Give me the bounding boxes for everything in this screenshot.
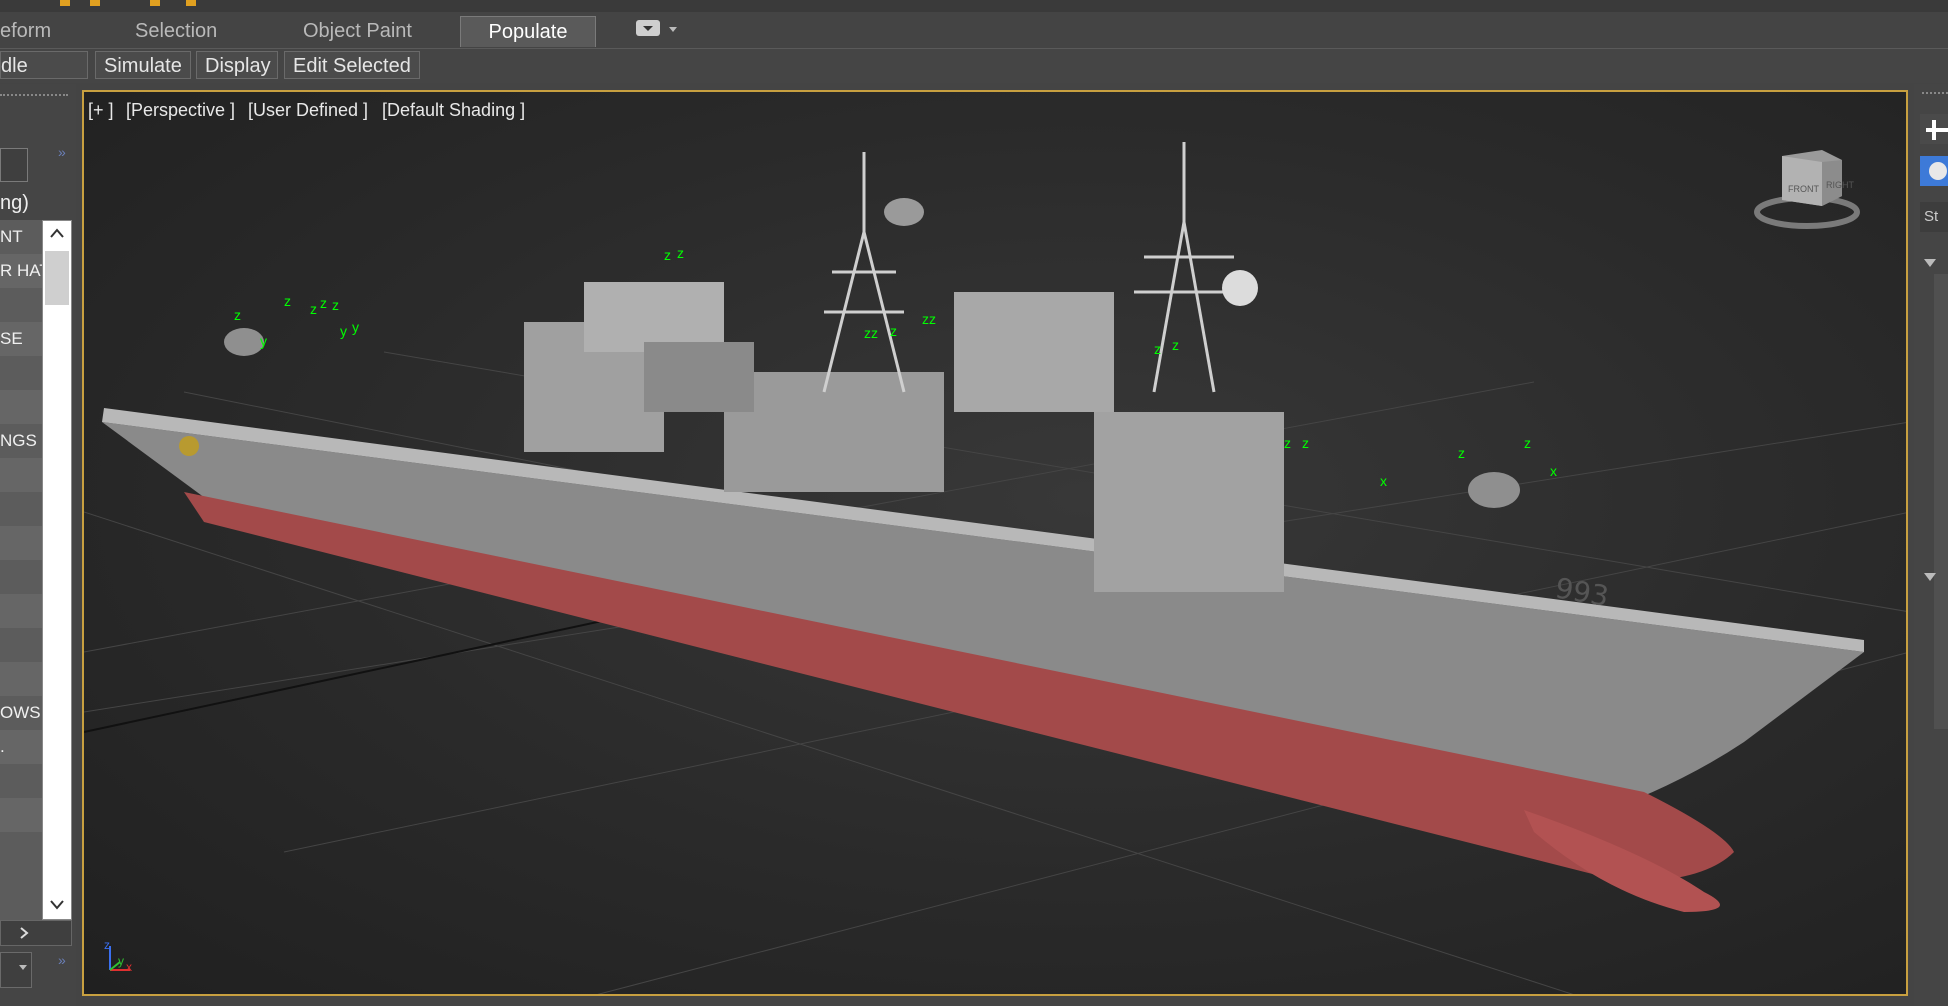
chevron-down-icon[interactable] [1924, 258, 1936, 268]
axis-z-label: z [104, 938, 110, 952]
list-item[interactable] [0, 662, 42, 696]
command-panel: St [1914, 84, 1948, 1006]
ribbon-tabs: eform Selection Object Paint Populate [0, 12, 1948, 48]
svg-text:zz: zz [922, 311, 936, 327]
edit-selected-button[interactable]: Edit Selected [284, 51, 420, 79]
chevron-right-icon[interactable] [19, 926, 29, 940]
ribbon-sub-toolbar: dle Areas Simulate Display Edit Selected [0, 48, 1948, 105]
chevron-down-icon[interactable] [1924, 572, 1936, 582]
viewcube[interactable]: FRONT RIGHT [1752, 140, 1862, 230]
list-item[interactable]: NT [0, 220, 42, 254]
svg-text:z: z [332, 297, 339, 313]
double-chevron-icon[interactable]: » [58, 144, 66, 160]
tab-selection[interactable]: Selection [135, 16, 217, 46]
svg-text:z: z [310, 301, 317, 317]
rollout-object-type [1934, 274, 1948, 634]
svg-text:z: z [234, 307, 241, 323]
list-item[interactable]: OWS [0, 696, 42, 730]
svg-text:z: z [890, 323, 897, 339]
object-list: NT R HAT SE NGS OWS . [0, 220, 42, 920]
scene-render: zz z z z yy y zz zz zzz zz zz zz xx 993 [84, 142, 1906, 994]
tab-populate[interactable]: Populate [460, 16, 596, 47]
display-button[interactable]: Display [196, 51, 278, 79]
panel-grip[interactable] [1922, 92, 1948, 97]
list-item[interactable] [0, 628, 42, 662]
svg-text:z: z [1524, 435, 1531, 451]
toolbar-glyph [186, 0, 196, 6]
panel-field[interactable] [0, 148, 28, 182]
rollout-name-color [1934, 589, 1948, 729]
standard-primitives-dropdown[interactable]: St [1920, 202, 1948, 232]
scroll-thumb[interactable] [45, 251, 69, 305]
chevron-down-icon[interactable] [49, 899, 65, 911]
svg-text:z: z [1302, 435, 1309, 451]
perspective-viewport[interactable]: [+ ] [Perspective ] [User Defined ] [Def… [82, 90, 1908, 996]
list-item[interactable] [0, 764, 42, 798]
sphere-icon[interactable] [1920, 156, 1948, 186]
list-item[interactable]: R HAT [0, 254, 42, 288]
create-tab[interactable] [1920, 114, 1948, 144]
list-item[interactable]: SE [0, 322, 42, 356]
svg-text:z: z [320, 295, 327, 311]
list-item[interactable] [0, 798, 42, 832]
svg-text:z: z [677, 245, 684, 261]
list-item[interactable] [0, 458, 42, 492]
define-idle-areas-button[interactable]: dle Areas [0, 51, 88, 105]
list-item[interactable] [0, 526, 42, 560]
simulate-button[interactable]: Simulate [95, 51, 191, 79]
chevron-down-icon[interactable] [668, 26, 678, 34]
svg-text:z: z [284, 293, 291, 309]
axis-tripod-icon: z y x [102, 938, 142, 978]
viewcube-right-label: RIGHT [1826, 180, 1854, 190]
list-item[interactable]: . [0, 730, 42, 764]
list-item[interactable] [0, 594, 42, 628]
list-item[interactable] [0, 560, 42, 594]
list-item[interactable] [0, 288, 42, 322]
chevron-up-icon[interactable] [49, 227, 65, 239]
svg-text:z: z [1154, 341, 1161, 357]
list-item[interactable] [0, 356, 42, 390]
svg-text:x: x [1550, 463, 1557, 479]
svg-text:zz: zz [864, 325, 878, 341]
panel-dropdown[interactable] [0, 952, 32, 988]
viewcube-front-label: FRONT [1788, 184, 1819, 194]
horizontal-scrollbar[interactable] [0, 920, 72, 946]
svg-text:z: z [1284, 435, 1291, 451]
list-item[interactable] [0, 492, 42, 526]
axis-y-label: y [118, 954, 124, 968]
svg-text:y: y [340, 323, 347, 339]
toolbar-glyph [150, 0, 160, 6]
list-item[interactable]: NGS [0, 424, 42, 458]
svg-text:y: y [260, 333, 267, 349]
double-chevron-icon[interactable]: » [58, 952, 66, 968]
svg-text:z: z [1458, 445, 1465, 461]
left-panel: » ng) NT R HAT SE NGS OWS . » [0, 84, 76, 1006]
axis-x-label: x [126, 960, 132, 974]
dropdown-icon[interactable] [636, 20, 660, 36]
tab-freeform[interactable]: eform [0, 16, 51, 46]
list-item[interactable] [0, 390, 42, 424]
chevron-down-icon[interactable] [19, 965, 27, 971]
geometry-button[interactable] [1920, 156, 1948, 186]
panel-header: ng) [0, 192, 29, 214]
toolbar-glyph [90, 0, 100, 6]
svg-text:x: x [1380, 473, 1387, 489]
panel-grip[interactable] [0, 94, 68, 99]
svg-text:y: y [352, 319, 359, 335]
list-scrollbar[interactable] [42, 220, 72, 920]
svg-text:z: z [664, 247, 671, 263]
tab-object-paint[interactable]: Object Paint [303, 16, 412, 46]
toolbar-glyph [60, 0, 70, 6]
plus-icon[interactable] [1920, 114, 1948, 144]
svg-text:z: z [1172, 337, 1179, 353]
